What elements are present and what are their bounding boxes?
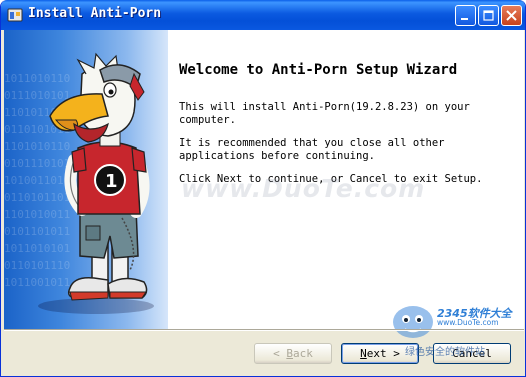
eagle-mascot-illustration: 1 <box>38 52 154 314</box>
window-title: Install Anti-Porn <box>28 6 162 21</box>
maximize-icon <box>483 10 494 21</box>
logo-tagline: 绿色安全的软件站 <box>405 347 485 358</box>
next-button-accel: N <box>360 347 367 360</box>
minimize-button[interactable] <box>455 5 476 26</box>
footer-divider-highlight <box>4 330 524 331</box>
close-icon <box>506 10 517 21</box>
side-banner: 1011010110 0111010101 1101011010 0110101… <box>4 30 168 329</box>
installer-window: Install Anti-Porn 1011010110 0111010101 … <box>0 0 526 377</box>
maximize-button[interactable] <box>478 5 499 26</box>
next-button-arrow: > <box>386 347 400 360</box>
logo-url-text: www.DuoTe.com <box>437 318 499 327</box>
install-info-text: This will install Anti-Porn(19.2.8.23) o… <box>179 101 470 126</box>
back-button[interactable]: < Back <box>254 343 332 364</box>
back-button-accel: B <box>286 347 293 360</box>
installer-icon <box>7 8 23 22</box>
close-button[interactable] <box>501 5 522 26</box>
back-button-arrow: < <box>273 347 287 360</box>
page-title: Welcome to Anti-Porn Setup Wizard <box>179 62 458 78</box>
back-button-label: ack <box>293 347 313 360</box>
title-bar[interactable]: Install Anti-Porn <box>1 0 525 30</box>
svg-text:1: 1 <box>105 171 118 192</box>
minimize-icon <box>461 18 468 20</box>
next-button-label: ext <box>366 347 387 360</box>
site-watermark: www.DuoTe.com <box>181 174 426 203</box>
recommendation-text: It is recommended that you close all oth… <box>179 137 445 162</box>
